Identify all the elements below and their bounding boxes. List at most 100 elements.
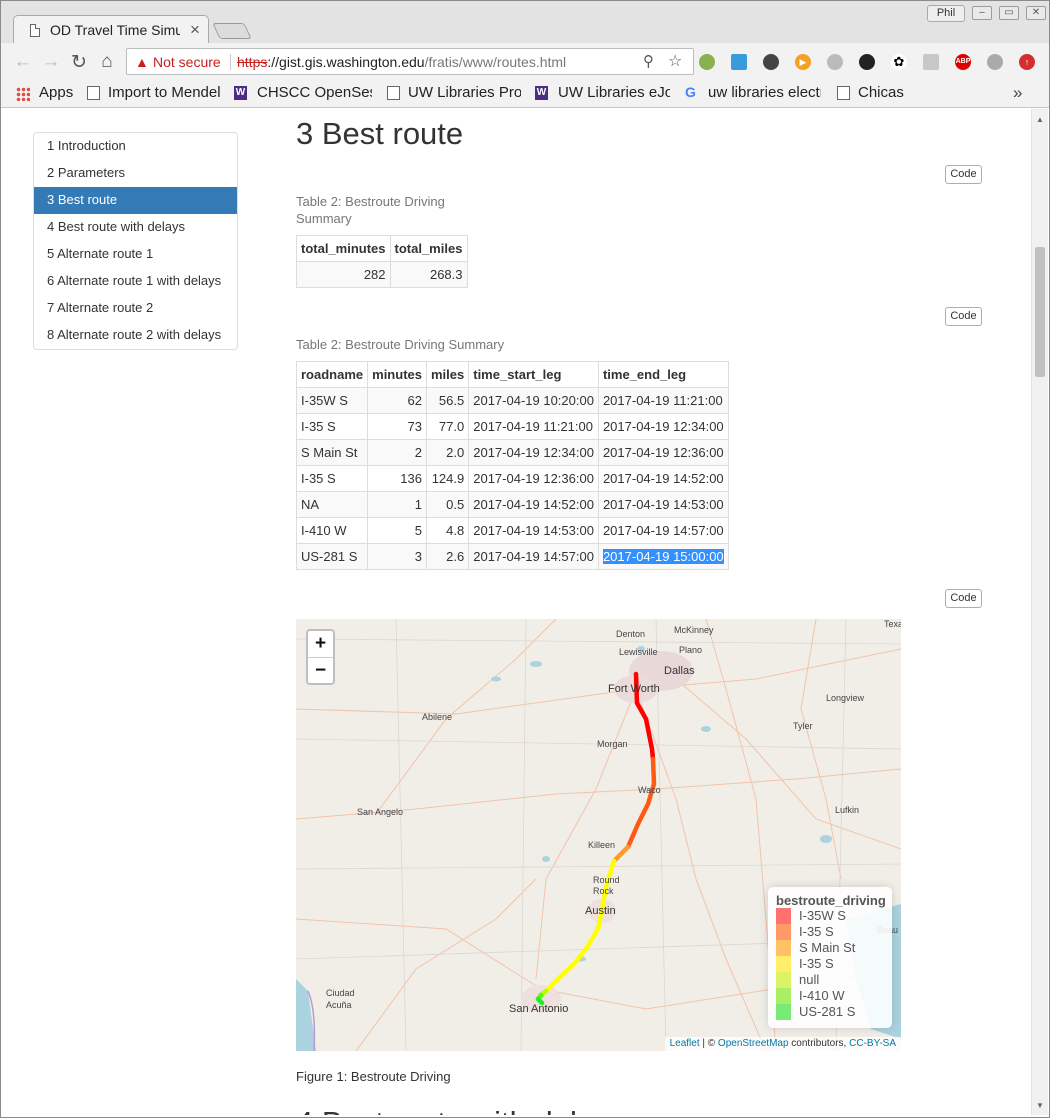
page-viewport[interactable]: 1 Introduction 2 Parameters 3 Best route…	[2, 109, 1031, 1115]
scroll-up-icon[interactable]: ▲	[1036, 115, 1044, 124]
route-legs-table: roadname minutes miles time_start_leg ti…	[295, 361, 729, 570]
summary-table: total_minutes total_miles 282 268.3	[296, 235, 468, 288]
table-cell: I-35 S	[295, 413, 369, 440]
leaflet-link[interactable]: Leaflet	[670, 1038, 700, 1049]
table-cell: 2017-04-19 11:21:00	[597, 387, 729, 414]
table-cell: 2017-04-19 12:34:00	[468, 439, 599, 466]
toc-item-best-route-delays[interactable]: 4 Best route with delays	[34, 214, 237, 241]
openstreetmap-link[interactable]: OpenStreetMap	[718, 1038, 789, 1049]
legend-label: S Main St	[799, 940, 856, 955]
profile-button[interactable]: Phil	[927, 5, 965, 22]
city-label: Austin	[585, 905, 616, 917]
table-row: 282 268.3	[296, 261, 468, 288]
dark-mode-icon[interactable]	[859, 54, 875, 70]
screenshot-icon[interactable]	[731, 54, 747, 70]
search-zoom-icon[interactable]: ⚲	[643, 52, 654, 70]
legend-swatch	[776, 940, 791, 956]
bookmark-chscc[interactable]: CHSCC OpenSesa	[257, 84, 372, 101]
table-row: I-35 S 136 124.9 2017-04-19 12:36:00 201…	[295, 465, 729, 492]
bookmark-uw-proxy[interactable]: UW Libraries Prox	[408, 84, 521, 101]
table-cell: 2.6	[425, 543, 470, 570]
circle-icon[interactable]	[987, 54, 1003, 70]
zoom-out-button[interactable]: −	[308, 657, 333, 683]
table-cell: 0.5	[425, 491, 470, 518]
close-tab-icon[interactable]: ×	[190, 20, 200, 40]
page-scrollbar[interactable]: ▲ ▼	[1031, 109, 1048, 1115]
legend-item: I-35 S	[776, 956, 884, 972]
tab-active[interactable]: OD Travel Time Simu ×	[13, 15, 209, 44]
toc-item-introduction[interactable]: 1 Introduction	[34, 133, 237, 160]
scrollbar-thumb[interactable]	[1035, 247, 1045, 377]
license-link[interactable]: CC-BY-SA	[849, 1038, 896, 1049]
table-cell: 73	[367, 413, 427, 440]
security-label[interactable]: Not secure	[153, 54, 221, 70]
code-toggle-button[interactable]: Code	[945, 589, 982, 608]
column-header: minutes	[367, 361, 427, 388]
city-label: Texa	[884, 619, 901, 629]
table-cell: 3	[367, 543, 427, 570]
code-toggle-button[interactable]: Code	[945, 307, 982, 326]
zoom-in-button[interactable]: +	[308, 631, 333, 657]
code-toggle-button[interactable]: Code	[945, 165, 982, 184]
sync-icon[interactable]	[699, 54, 715, 70]
toc-item-alternate-route-1-delays[interactable]: 6 Alternate route 1 with delays	[34, 268, 237, 295]
table-row: I-35W S 62 56.5 2017-04-19 10:20:00 2017…	[295, 387, 729, 414]
google-icon: G	[685, 84, 696, 100]
city-label: Dallas	[664, 665, 695, 677]
page-icon	[30, 24, 40, 37]
minimize-icon[interactable]: –	[972, 6, 992, 20]
legend-label: I-410 W	[799, 988, 845, 1003]
table-cell: 124.9	[425, 465, 470, 492]
url-text[interactable]: https://gist.gis.washington.edu/fratis/w…	[237, 54, 566, 70]
toc-item-alternate-route-2-delays[interactable]: 8 Alternate route 2 with delays	[34, 322, 237, 349]
column-header: total_miles	[389, 235, 468, 262]
city-label: Lewisville	[619, 647, 658, 657]
home-icon[interactable]: ⌂	[96, 51, 118, 73]
section-title: 3 Best route	[296, 116, 464, 151]
duplicate-icon[interactable]	[923, 54, 939, 70]
forward-arrow-icon[interactable]: →	[40, 51, 62, 73]
legend-item: I-35W S	[776, 908, 884, 924]
maximize-icon[interactable]: ▭	[999, 6, 1019, 20]
scroll-down-icon[interactable]: ▼	[1036, 1101, 1044, 1110]
legend-swatch	[776, 988, 791, 1004]
more-bookmarks-icon[interactable]: »	[1013, 83, 1022, 103]
selected-text[interactable]: 2017-04-19 15:00:00	[602, 549, 724, 564]
apps-grid-icon[interactable]	[16, 87, 30, 101]
reload-icon[interactable]: ↻	[68, 51, 90, 74]
route-map[interactable]: Denton McKinney Texa Lewisville Plano Da…	[296, 619, 901, 1051]
table-row: S Main St 2 2.0 2017-04-19 12:34:00 2017…	[295, 439, 729, 466]
adblock-icon[interactable]: ABP	[955, 54, 971, 70]
upload-icon[interactable]: ↑	[1019, 54, 1035, 70]
bookmark-apps[interactable]: Apps	[39, 84, 79, 101]
bookmark-uw-ejournals[interactable]: UW Libraries eJou	[558, 84, 670, 101]
table-cell: 2017-04-19 15:00:00	[597, 543, 729, 570]
bookmark-star-icon[interactable]: ☆	[668, 51, 682, 71]
map-attribution: Leaflet | © OpenStreetMap contributors, …	[664, 1037, 901, 1051]
page-icon	[387, 86, 400, 100]
play-icon[interactable]: ▶	[795, 54, 811, 70]
page-icon	[837, 86, 850, 100]
bookmark-chicas[interactable]: Chicas	[858, 84, 918, 101]
toc-item-parameters[interactable]: 2 Parameters	[34, 160, 237, 187]
legend-item: US-281 S	[776, 1004, 884, 1020]
toc-item-alternate-route-2[interactable]: 7 Alternate route 2	[34, 295, 237, 322]
back-arrow-icon[interactable]: ←	[12, 51, 34, 73]
map-legend: bestroute_driving I-35W S I-35 S S Main …	[768, 887, 892, 1028]
bookmark-uw-electronic[interactable]: uw libraries electr	[708, 84, 821, 101]
contrast-icon[interactable]	[827, 54, 843, 70]
legend-item: null	[776, 972, 884, 988]
city-label: Fort Worth	[608, 683, 660, 695]
warning-icon: ▲	[135, 54, 149, 70]
address-bar[interactable]: ▲ Not secure https://gist.gis.washington…	[126, 48, 694, 75]
new-tab-button[interactable]	[212, 23, 252, 39]
incognito-icon[interactable]	[763, 54, 779, 70]
url-path: /fratis/www/routes.html	[424, 54, 567, 70]
uw-logo-icon: W	[535, 86, 548, 100]
legend-title: bestroute_driving	[776, 893, 886, 908]
paw-icon[interactable]: ✿	[891, 54, 907, 70]
close-window-icon[interactable]: ✕	[1026, 6, 1046, 20]
bookmark-mendeley[interactable]: Import to Mendel	[108, 84, 220, 101]
toc-item-alternate-route-1[interactable]: 5 Alternate route 1	[34, 241, 237, 268]
toc-item-best-route[interactable]: 3 Best route	[34, 187, 237, 214]
